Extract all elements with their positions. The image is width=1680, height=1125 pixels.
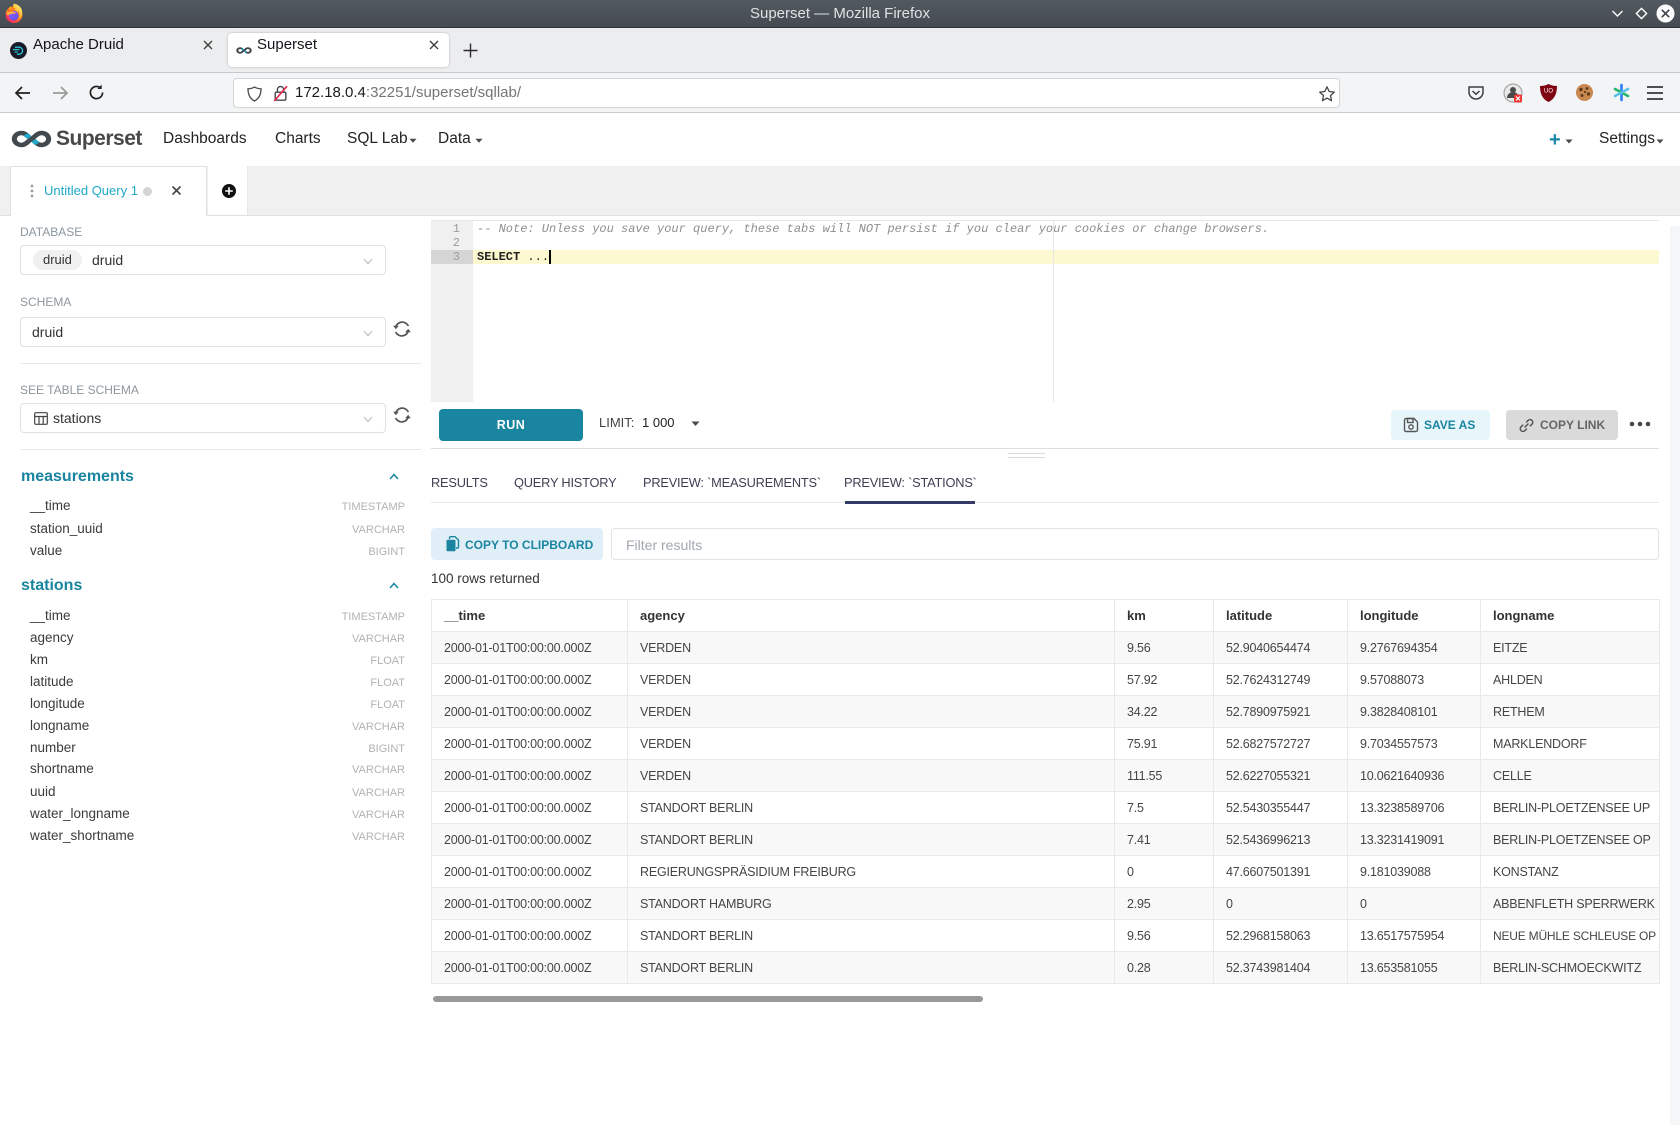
svg-text:UO: UO [1544, 89, 1553, 95]
